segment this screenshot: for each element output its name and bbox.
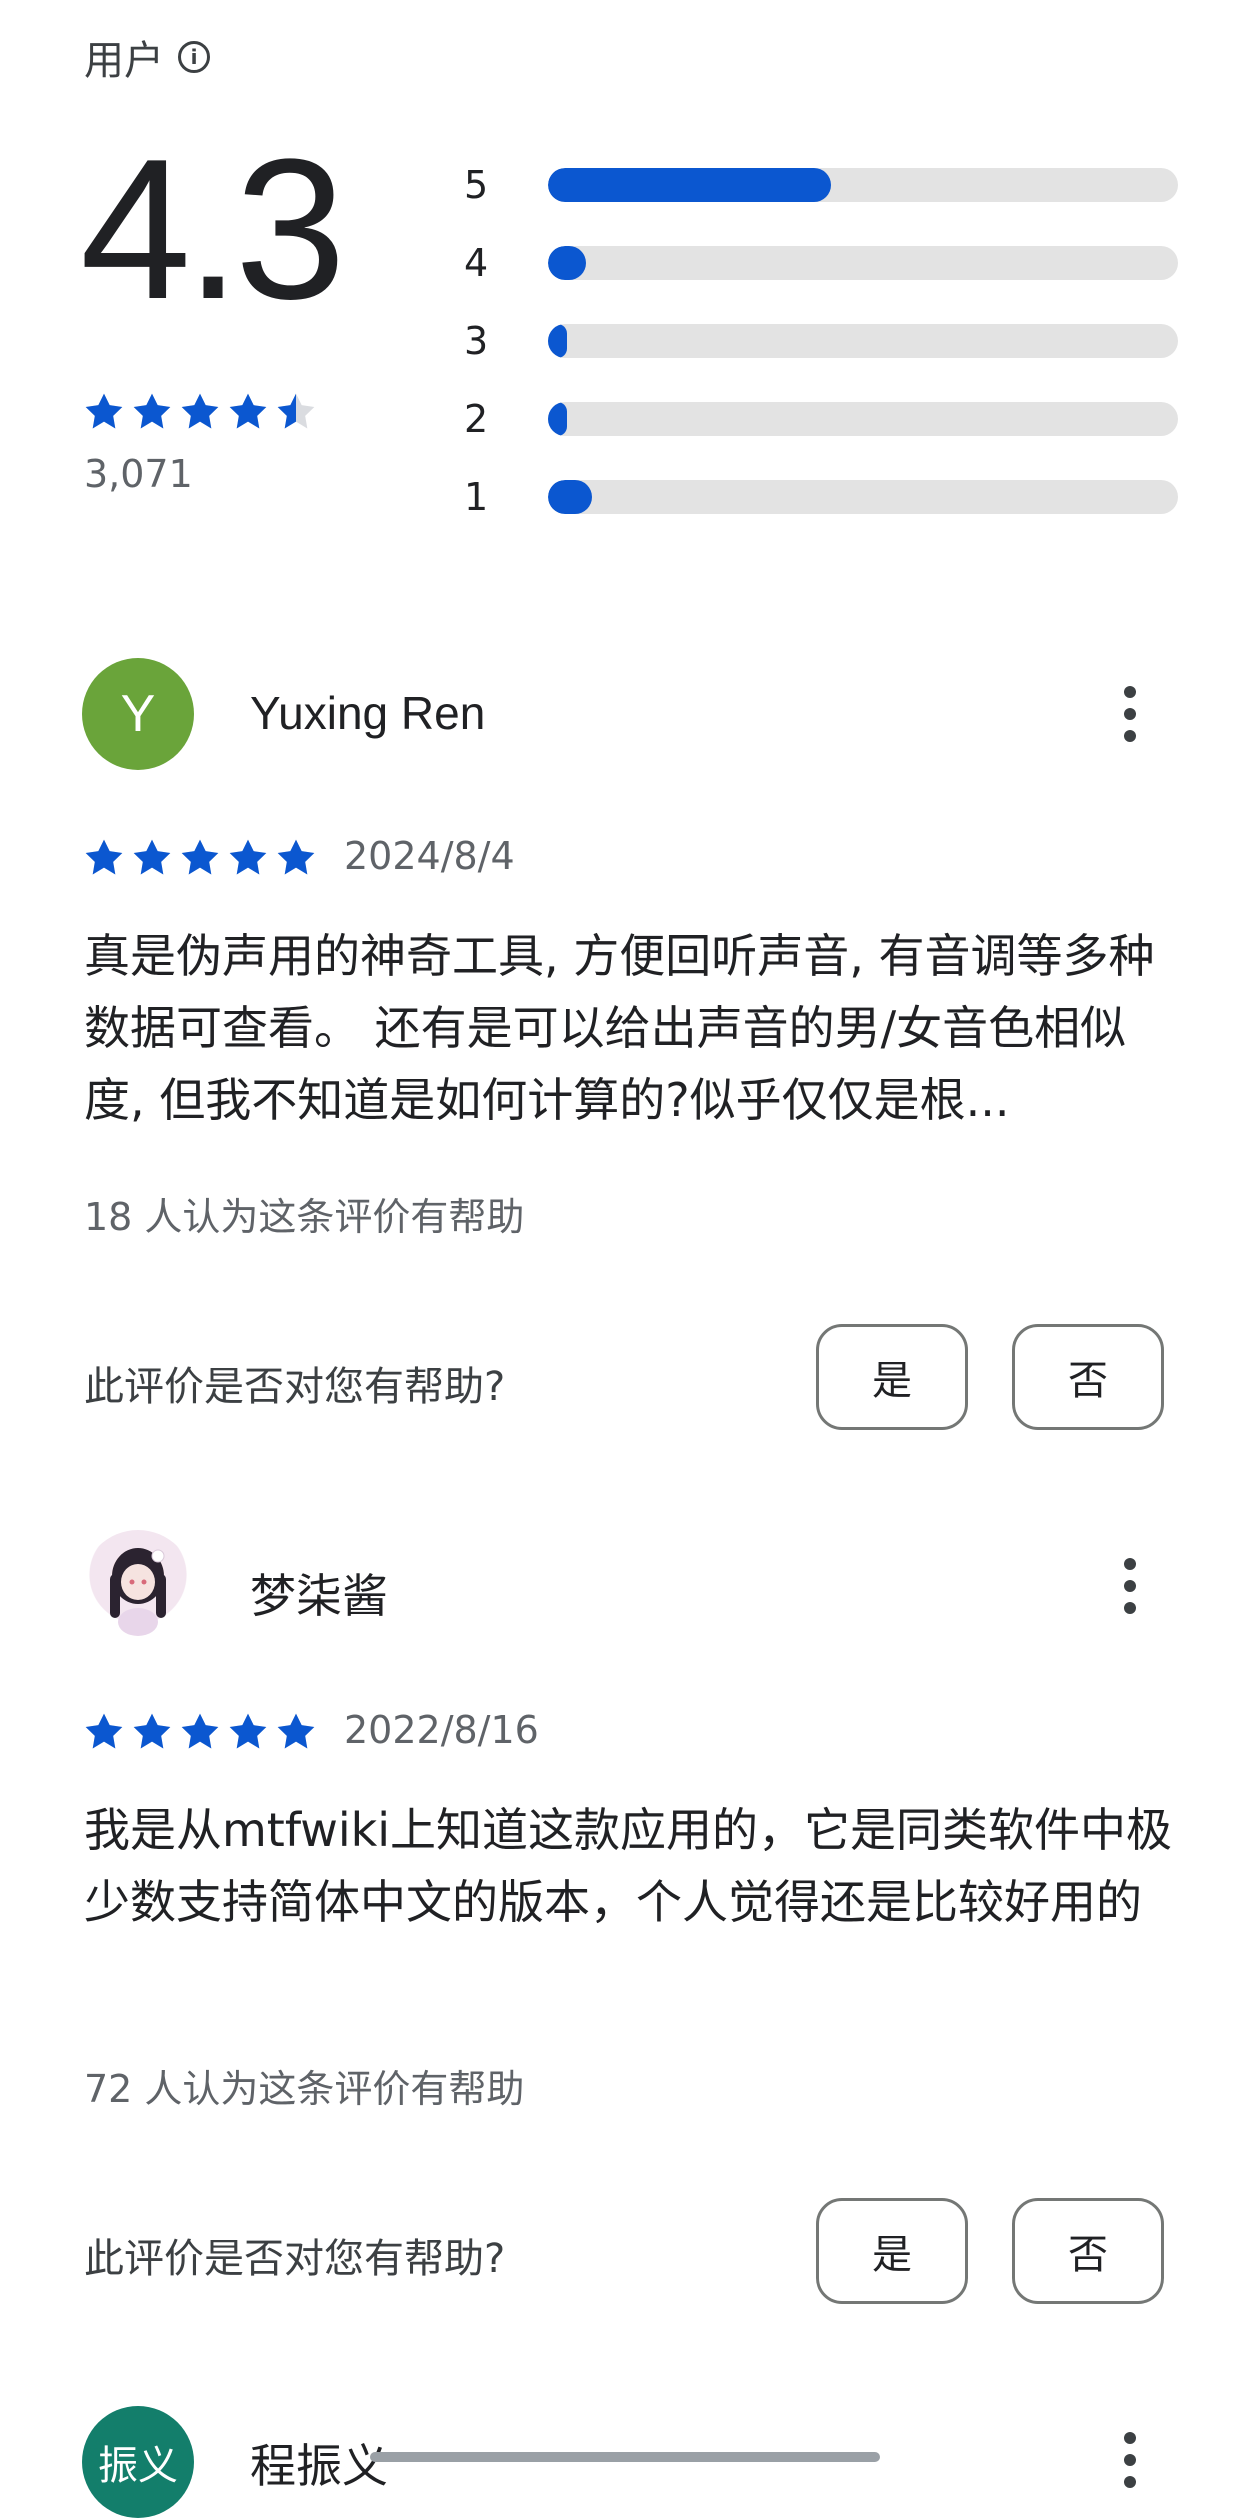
rating-count: 3,071 [84, 452, 193, 496]
star-icon [178, 836, 222, 880]
info-icon[interactable]: i [178, 41, 210, 73]
average-rating: 4.3 [80, 118, 346, 341]
bar-fill [547, 246, 586, 280]
summary-stars [82, 390, 318, 434]
anime-avatar-icon [110, 1548, 166, 1636]
star-icon [130, 390, 174, 434]
home-indicator[interactable] [370, 2452, 880, 2462]
review-date: 2024/8/4 [344, 834, 515, 878]
reviewer-name: Yuxing Ren [250, 687, 486, 739]
more-options-icon[interactable] [1112, 1550, 1148, 1622]
verified-note: 用户 i [84, 28, 210, 86]
avatar [82, 1530, 194, 1642]
bar-row-4: 4 [462, 224, 1178, 302]
star-icon [178, 390, 222, 434]
star-icon [226, 836, 270, 880]
helpful-count: 18 人认为这条评价有帮助 [84, 1195, 525, 1239]
star-icon [82, 836, 126, 880]
bar-track [547, 168, 1178, 202]
helpful-count: 72 人认为这条评价有帮助 [84, 2067, 525, 2111]
more-options-icon[interactable] [1112, 678, 1148, 750]
star-icon [82, 1710, 126, 1754]
bar-fill [547, 480, 592, 514]
star-icon [226, 390, 270, 434]
star-icon [226, 1710, 270, 1754]
star-icon [82, 390, 126, 434]
review-date: 2022/8/16 [344, 1708, 539, 1752]
avatar: 振义 [82, 2406, 194, 2518]
review-stars [82, 836, 318, 880]
bar-label: 5 [464, 163, 489, 207]
bar-fill [547, 168, 832, 202]
star-icon [274, 836, 318, 880]
helpful-no-button[interactable]: 否 [1012, 1324, 1164, 1430]
star-icon [178, 1710, 222, 1754]
helpful-yes-button[interactable]: 是 [816, 2198, 968, 2304]
helpful-no-button[interactable]: 否 [1012, 2198, 1164, 2304]
bar-fill [547, 324, 567, 358]
review-text[interactable]: 真是伪声用的神奇工具, 方便回听声音, 有音调等多种数据可查看。 还有是可以给出… [84, 920, 1174, 1136]
helpful-question: 此评价是否对您有帮助? [84, 1364, 506, 1410]
star-icon [130, 836, 174, 880]
reviewer-name: 程振义 [250, 2440, 388, 2492]
bar-track [547, 480, 1178, 514]
star-icon [130, 1710, 174, 1754]
review-stars [82, 1710, 318, 1754]
avatar: Y [82, 658, 194, 770]
bar-label: 2 [464, 397, 489, 441]
helpful-question: 此评价是否对您有帮助? [84, 2236, 506, 2282]
bar-track [547, 246, 1178, 280]
more-options-icon[interactable] [1112, 2424, 1148, 2496]
bar-row-2: 2 [462, 380, 1178, 458]
bar-label: 1 [464, 475, 489, 519]
bar-row-5: 5 [462, 146, 1178, 224]
star-icon [274, 1710, 318, 1754]
bar-track [547, 402, 1178, 436]
bar-fill [547, 402, 567, 436]
verified-note-text: 用户 [84, 38, 164, 84]
reviewer-name: 梦柒酱 [250, 1570, 388, 1622]
star-icon [274, 390, 318, 434]
bar-row-1: 1 [462, 458, 1178, 536]
bar-row-3: 3 [462, 302, 1178, 380]
review-text[interactable]: 我是从mtfwiki上知道这款应用的，它是同类软件中极少数支持简体中文的版本，个… [84, 1794, 1174, 1938]
helpful-yes-button[interactable]: 是 [816, 1324, 968, 1430]
bar-track [547, 324, 1178, 358]
rating-distribution: 5 4 3 2 1 [462, 146, 1178, 536]
bar-label: 4 [464, 241, 489, 285]
bar-label: 3 [464, 319, 489, 363]
